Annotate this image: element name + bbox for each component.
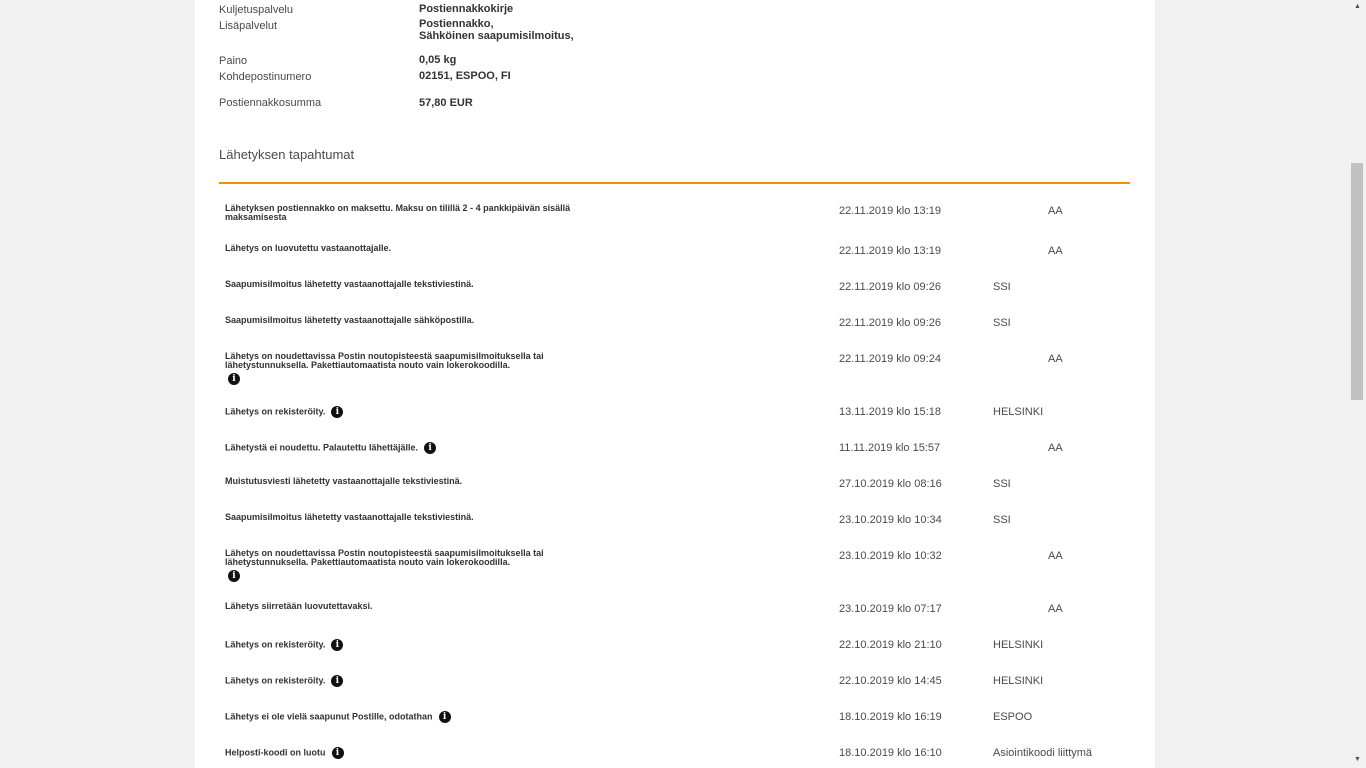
event-date: 18.10.2019 klo 16:19 [839, 711, 942, 723]
info-icon[interactable]: i [438, 711, 451, 723]
event-date: 23.10.2019 klo 07:17 [839, 603, 942, 615]
info-icon[interactable]: i [331, 406, 344, 418]
event-date: 22.11.2019 klo 13:19 [839, 245, 941, 257]
event-description: Saapumisilmoitus lähetetty vastaanottaja… [225, 315, 475, 325]
shipment-details-card: Kuljetuspalvelu Postiennakkokirje Lisäpa… [195, 0, 1155, 768]
event-date: 22.11.2019 klo 09:26 [839, 317, 941, 329]
event-location: AA [1048, 442, 1063, 454]
event-location: AA [1048, 550, 1063, 562]
weight-label: Paino [219, 55, 248, 67]
event-description: Lähetys on rekisteröity. i [225, 639, 605, 651]
event-location: HELSINKI [993, 406, 1044, 418]
event-location: ESPOO [993, 711, 1033, 723]
delivery-service-value: Postiennakkokirje [419, 3, 514, 15]
delivery-service-label: Kuljetuspalvelu [219, 4, 293, 16]
info-icon[interactable]: i [424, 442, 437, 454]
event-location: SSI [993, 514, 1011, 526]
additional-service-cod: Postiennakko, [419, 18, 494, 30]
additional-service-e-notice: Sähköinen saapumisilmoitus, [419, 30, 574, 42]
info-icon[interactable]: i [331, 639, 344, 651]
event-description: Lähetys on noudettavissa Postin noutopis… [225, 548, 544, 582]
info-icon[interactable]: i [331, 675, 344, 687]
event-date: 18.10.2019 klo 16:10 [839, 747, 942, 759]
event-date: 11.11.2019 klo 15:57 [839, 442, 941, 454]
event-description: Saapumisilmoitus lähetetty vastaanottaja… [225, 512, 474, 522]
info-icon[interactable]: i [228, 570, 240, 582]
event-location: SSI [993, 317, 1011, 329]
events-section-title: Lähetyksen tapahtumat [219, 147, 355, 162]
event-description: Saapumisilmoitus lähetetty vastaanottaja… [225, 279, 474, 289]
event-location: AA [1048, 245, 1063, 257]
destination-postcode-value: 02151, ESPOO, FI [419, 70, 511, 82]
event-date: 13.11.2019 klo 15:18 [839, 406, 941, 418]
event-date: 27.10.2019 klo 08:16 [839, 478, 942, 490]
event-location: HELSINKI [993, 675, 1044, 687]
event-date: 22.10.2019 klo 21:10 [839, 639, 942, 651]
event-location: Asiointikoodi liittymä [993, 747, 1093, 759]
cod-amount-label: Postiennakkosumma [219, 97, 322, 109]
section-divider [219, 182, 1130, 184]
event-description: Lähetystä ei noudettu. Palautettu lähett… [225, 442, 605, 454]
info-icon[interactable]: i [331, 747, 344, 759]
event-date: 23.10.2019 klo 10:34 [839, 514, 942, 526]
weight-value: 0,05 kg [419, 54, 457, 66]
event-date: 22.11.2019 klo 13:19 [839, 205, 941, 217]
info-icon[interactable]: i [228, 373, 240, 385]
event-description: Lähetys on noudettavissa Postin noutopis… [225, 351, 544, 385]
event-date: 23.10.2019 klo 10:32 [839, 550, 942, 562]
event-location: SSI [993, 478, 1011, 490]
event-date: 22.11.2019 klo 09:26 [839, 281, 941, 293]
event-location: AA [1048, 205, 1063, 217]
event-description: Lähetys on luovutettu vastaanottajalle. [225, 243, 392, 253]
event-description: Lähetys ei ole vielä saapunut Postille, … [225, 711, 605, 723]
event-date: 22.11.2019 klo 09:24 [839, 353, 941, 365]
event-description: Helposti-koodi on luotu i [225, 747, 605, 759]
event-description: Muistutusviesti lähetetty vastaanottajal… [225, 476, 463, 486]
destination-postcode-label: Kohdepostinumero [219, 71, 312, 83]
event-description: Lähetys on rekisteröity. i [225, 675, 605, 687]
event-description: Lähetys on rekisteröity. i [225, 406, 605, 418]
scrollbar-thumb[interactable] [1351, 163, 1363, 400]
event-location: AA [1048, 603, 1063, 615]
additional-services-label: Lisäpalvelut [219, 20, 278, 32]
scroll-up-arrow-icon[interactable]: ▲ [1352, 2, 1363, 12]
cod-amount-value: 57,80 EUR [419, 97, 473, 109]
scroll-down-arrow-icon[interactable]: ▼ [1352, 755, 1363, 765]
event-description: Lähetyksen postiennakko on maksettu. Mak… [225, 203, 571, 222]
event-location: SSI [993, 281, 1011, 293]
event-date: 22.10.2019 klo 14:45 [839, 675, 942, 687]
event-location: HELSINKI [993, 639, 1044, 651]
event-description: Lähetys siirretään luovutettavaksi. [225, 601, 373, 611]
event-location: AA [1048, 353, 1063, 365]
